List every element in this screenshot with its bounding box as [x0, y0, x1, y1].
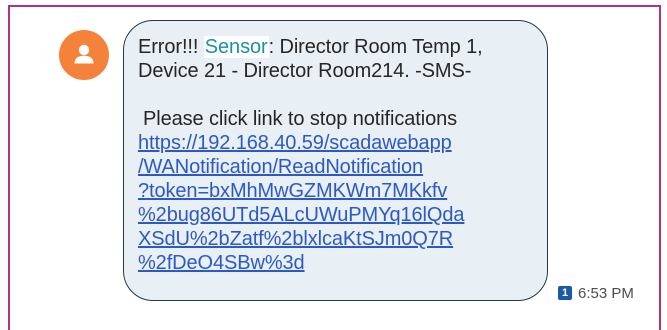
message-body: Error!!! Sensor: Director Room Temp 1, D… [138, 35, 538, 275]
message-line-1-rest: : Director Room Temp 1, [268, 36, 483, 58]
message-line-3: Please click link to stop notifications [143, 108, 458, 130]
message-timestamp: 6:53 PM [578, 284, 634, 302]
message-meta: 1 6:53 PM [558, 283, 634, 303]
person-icon [74, 44, 94, 64]
notification-link-line[interactable]: https://192.168.40.59/scadawebapp [138, 131, 538, 155]
notification-link-line[interactable]: XSdU%2bZatf%2blxlcaKtSJm0Q7R [138, 227, 538, 251]
contact-avatar[interactable] [59, 30, 109, 80]
error-prefix: Error!!! [138, 36, 204, 58]
notification-link-line[interactable]: /WANotification/ReadNotification [138, 155, 538, 179]
sim-1-icon: 1 [558, 286, 572, 300]
message-line-2: Device 21 - Director Room214. -SMS- [138, 60, 472, 82]
notification-link-line[interactable]: %2bug86UTd5ALcUWuPMYq16lQda [138, 203, 538, 227]
notification-link-line[interactable]: %2fDeO4SBw%3d [138, 251, 538, 275]
message-line-1: Error!!! Sensor: Director Room Temp 1, [138, 35, 538, 59]
notification-link-line[interactable]: ?token=bxMhMwGZMKWm7MKkfv [138, 179, 538, 203]
highlighted-word: Sensor [203, 36, 269, 58]
